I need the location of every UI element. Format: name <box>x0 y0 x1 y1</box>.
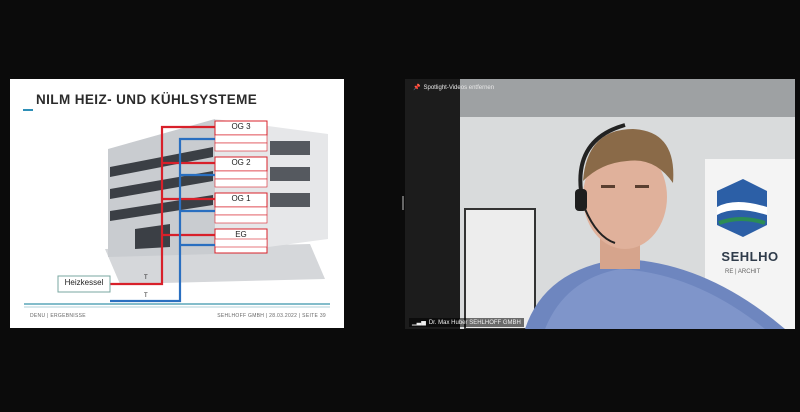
pipe-mark-hot: T <box>144 275 148 281</box>
slide-footer-section: DENU | ERGEBNISSE <box>30 313 86 319</box>
slide-footer-company: SEHLHOFF GMBH | 28.03.2022 | SEITE 39 <box>217 313 326 319</box>
floor-label-og1: OG 1 <box>231 194 251 203</box>
banner-brand-text: SEHLHO <box>721 249 779 264</box>
banner-sub-text: RE | ARCHIT <box>725 269 761 275</box>
floor-label-og3: OG 3 <box>231 122 251 131</box>
floor-label-og2: OG 2 <box>231 158 251 167</box>
spotlight-bar[interactable]: 📌 Spotlight-Videos entfernen <box>413 84 494 92</box>
video-frame <box>405 79 795 329</box>
floor-label-eg: EG <box>235 230 247 239</box>
signal-icon: ▁▃▅ <box>412 320 426 326</box>
pane-resize-handle[interactable] <box>402 196 404 210</box>
building-diagram <box>24 119 330 308</box>
spotlight-remove-label[interactable]: Spotlight-Videos entfernen <box>423 85 494 91</box>
boiler-label: Heizkessel <box>64 278 104 287</box>
pipe-mark-cold: T <box>144 293 148 299</box>
building-windows-right <box>270 141 310 207</box>
pin-icon: 📌 <box>413 85 421 91</box>
participant-name: Dr. Max Huber SEHLHOFF GMBH <box>428 319 521 326</box>
speaker-video[interactable]: 📌 Spotlight-Videos entfernen SEHLHO RE |… <box>405 79 795 329</box>
shared-slide: NILM HEIZ- UND KÜHLSYSTEME OG 3 OG 2 OG … <box>10 79 344 328</box>
participant-name-tag: ▁▃▅ Dr. Max Huber SEHLHOFF GMBH <box>409 318 524 327</box>
